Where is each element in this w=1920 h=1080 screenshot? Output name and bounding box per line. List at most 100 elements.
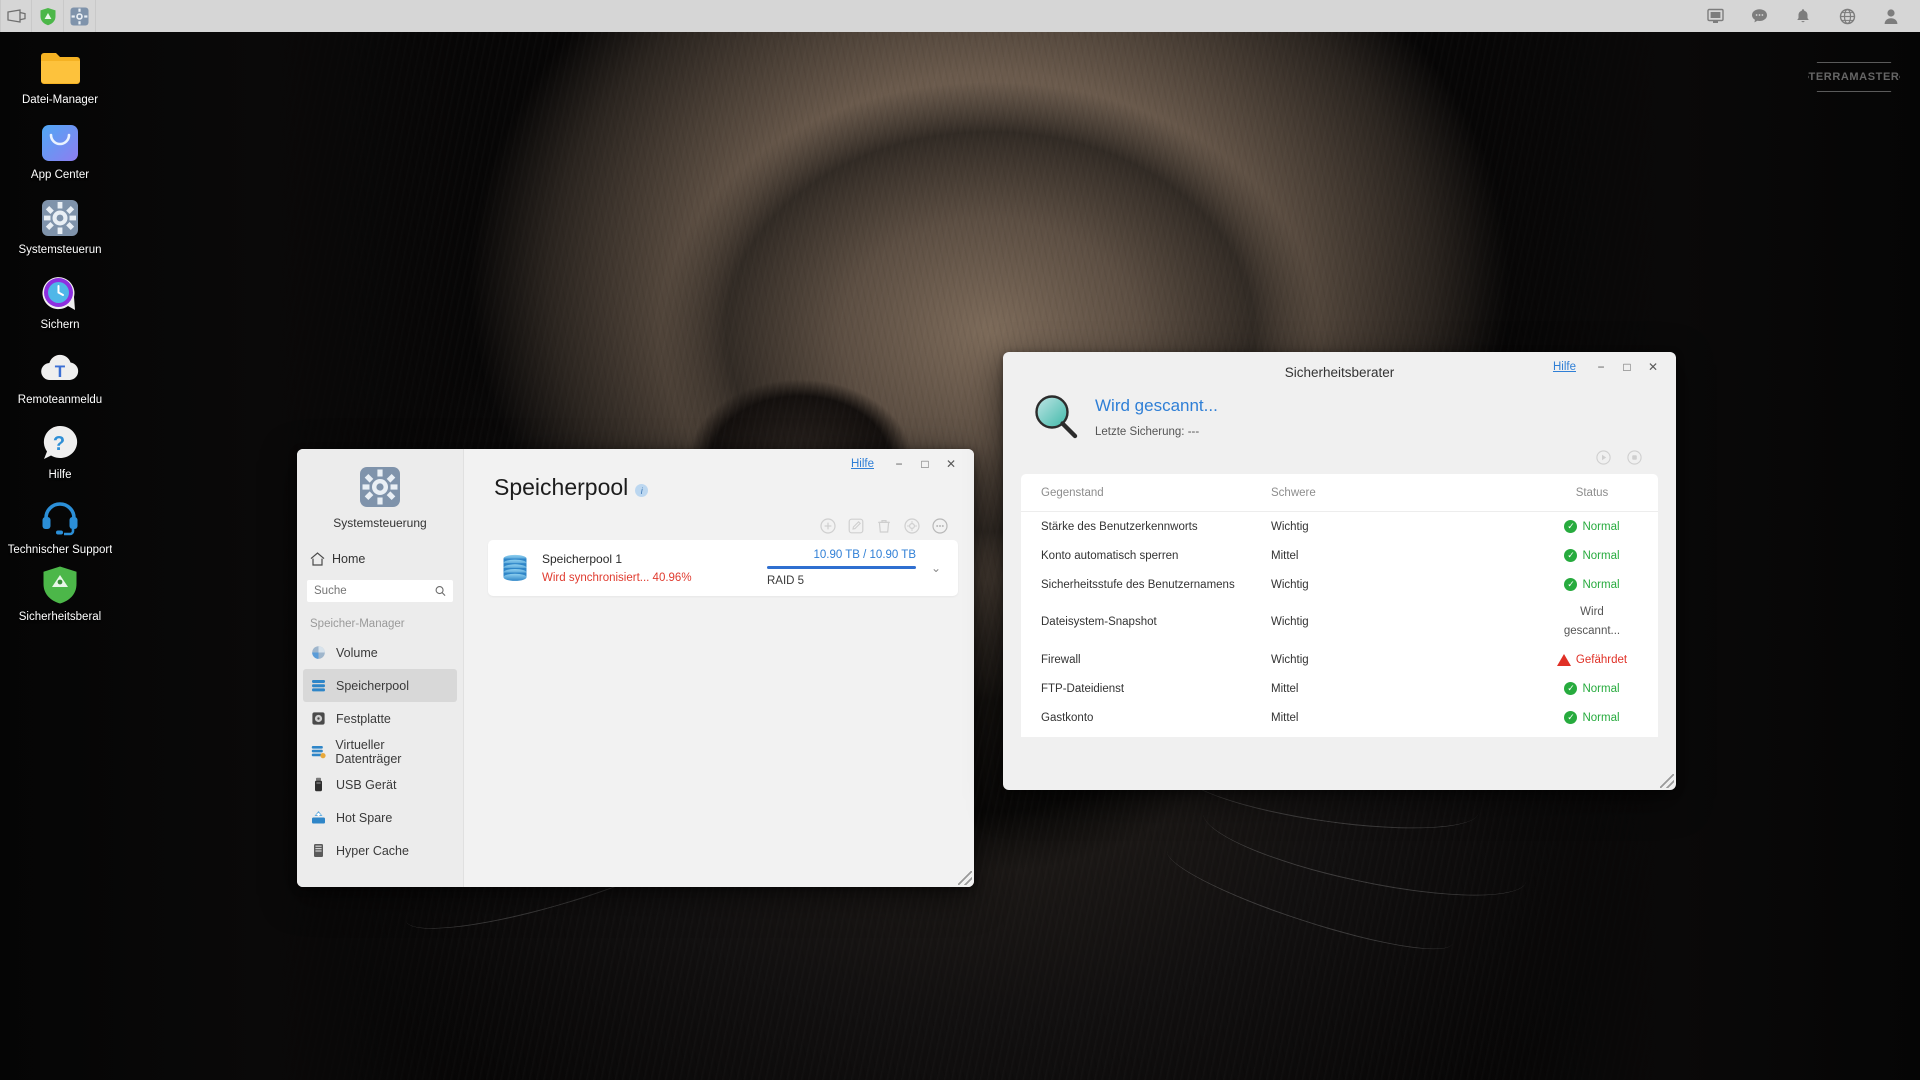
close-button[interactable]: ✕ xyxy=(1640,357,1666,377)
pool-capacity-bar-fill xyxy=(767,566,916,569)
edit-pool-button[interactable] xyxy=(847,517,864,534)
pool-sync-status: Wird synchronisiert... 40.96% xyxy=(542,572,767,584)
close-button[interactable]: ✕ xyxy=(938,454,964,474)
user-icon[interactable] xyxy=(1882,7,1900,25)
cell-severity: Wichtig xyxy=(1271,521,1526,533)
pool-name: Speicherpool 1 xyxy=(542,552,767,566)
chevron-down-icon[interactable]: ⌄ xyxy=(928,561,944,575)
desktop-icon-tech-support[interactable]: Technischer Support xyxy=(0,496,120,557)
play-circle-icon xyxy=(1596,450,1611,465)
headset-icon xyxy=(38,496,82,540)
monitor-icon[interactable] xyxy=(1706,7,1724,25)
bell-icon[interactable] xyxy=(1794,7,1812,25)
desktop-icon-backup[interactable]: Sichern xyxy=(0,271,120,332)
start-scan-button[interactable] xyxy=(1596,450,1611,465)
security-window-resize-grip[interactable] xyxy=(1660,774,1674,788)
sidebar-item-virtual-disk[interactable]: Virtueller Datenträger xyxy=(297,735,463,768)
check-circle-icon: ✓ xyxy=(1564,711,1577,724)
table-row[interactable]: Stärke des BenutzerkennwortsWichtig✓Norm… xyxy=(1021,512,1658,541)
sidebar-item-usb-device[interactable]: USB Gerät xyxy=(297,768,463,801)
table-row[interactable]: HTTP/HTTPS-PortMittelWird gescannt... xyxy=(1021,732,1658,737)
pool-capacity-bar xyxy=(767,566,916,569)
desktop-icon-label: App Center xyxy=(31,169,89,182)
cell-status: ✓Normal xyxy=(1526,549,1658,562)
storage-pool-row[interactable]: Speicherpool 1 Wird synchronisiert... 40… xyxy=(488,540,958,596)
desktop-icon-control-panel[interactable]: Systemsteuerun xyxy=(0,196,120,257)
table-row[interactable]: Dateisystem-SnapshotWichtigWird gescannt… xyxy=(1021,599,1658,645)
taskbar[interactable] xyxy=(0,0,1920,32)
delete-pool-button[interactable] xyxy=(875,517,892,534)
check-circle-icon: ✓ xyxy=(1564,520,1577,533)
magnifier-icon xyxy=(1033,394,1079,440)
cell-severity: Wichtig xyxy=(1271,654,1526,666)
table-row[interactable]: FTP-DateidienstMittel✓Normal xyxy=(1021,674,1658,703)
scan-settings-button[interactable] xyxy=(1627,450,1642,465)
desktop-icon-app-center[interactable]: App Center xyxy=(0,121,120,182)
more-actions-button[interactable] xyxy=(931,517,948,534)
maximize-button[interactable]: □ xyxy=(1614,357,1640,377)
cell-item: Sicherheitsstufe des Benutzernamens xyxy=(1021,579,1271,591)
maximize-button[interactable]: □ xyxy=(912,454,938,474)
clock-icon xyxy=(38,271,82,315)
trash-icon xyxy=(876,518,892,534)
status-badge: Gefährdet xyxy=(1557,654,1627,666)
sidebar-item-disk[interactable]: Festplatte xyxy=(297,702,463,735)
desktop-icon-security-advisor[interactable]: Sicherheitsberal xyxy=(0,563,120,624)
security-advisor-window[interactable]: Hilfe − □ ✕ Sicherheitsberater Wird gesc… xyxy=(1003,352,1676,790)
help-link[interactable]: Hilfe xyxy=(851,458,874,470)
table-row[interactable]: Sicherheitsstufe des BenutzernamensWicht… xyxy=(1021,570,1658,599)
storage-window-resize-grip[interactable] xyxy=(958,871,972,885)
pool-text-block: Speicherpool 1 Wird synchronisiert... 40… xyxy=(542,552,767,584)
record-circle-icon xyxy=(1627,450,1642,465)
cell-item: Gastkonto xyxy=(1021,712,1271,724)
cell-severity: Mittel xyxy=(1271,550,1526,562)
storage-pool-window[interactable]: Hilfe − □ ✕ Syst xyxy=(297,449,974,887)
sidebar-item-hyper-cache[interactable]: Hyper Cache xyxy=(297,834,463,867)
table-row[interactable]: FirewallWichtig Gefährdet xyxy=(1021,645,1658,674)
table-row[interactable]: GastkontoMittel✓Normal xyxy=(1021,703,1658,732)
status-badge: ✓Normal xyxy=(1564,549,1619,562)
page-title: Speicherpool xyxy=(494,474,628,501)
sidebar-item-storage-pool[interactable]: Speicherpool xyxy=(303,669,457,702)
table-body: Stärke des BenutzerkennwortsWichtig✓Norm… xyxy=(1021,512,1658,737)
cell-item: Firewall xyxy=(1021,654,1271,666)
search-box[interactable] xyxy=(307,580,453,602)
search-icon xyxy=(435,585,446,597)
desktop-icon-help[interactable]: ? Hilfe xyxy=(0,421,120,482)
check-circle-icon: ✓ xyxy=(1564,682,1577,695)
table-row[interactable]: Konto automatisch sperrenMittel✓Normal xyxy=(1021,541,1658,570)
cell-status: Wird gescannt... xyxy=(1526,603,1658,641)
search-input[interactable] xyxy=(314,585,435,597)
pool-settings-button[interactable] xyxy=(903,517,920,534)
add-pool-button[interactable] xyxy=(819,517,836,534)
security-results-table: Gegenstand Schwere Status Stärke des Ben… xyxy=(1021,474,1658,737)
pool-capacity-block: 10.90 TB / 10.90 TB RAID 5 xyxy=(767,549,928,587)
pool-raid-level: RAID 5 xyxy=(767,575,916,587)
minimize-button[interactable]: − xyxy=(1588,357,1614,377)
taskbar-window-switcher-button[interactable] xyxy=(0,0,32,32)
cell-item: FTP-Dateidienst xyxy=(1021,683,1271,695)
folder-icon xyxy=(38,46,82,90)
home-icon xyxy=(310,552,325,566)
cell-status: ✓Normal xyxy=(1526,682,1658,695)
sidebar-home-label: Home xyxy=(332,552,365,566)
cell-status: Gefährdet xyxy=(1526,654,1658,666)
desktop-icon-remote-login[interactable]: T Remoteanmeldu xyxy=(0,346,120,407)
taskbar-security-advisor-button[interactable] xyxy=(32,0,64,32)
globe-icon[interactable] xyxy=(1838,7,1856,25)
status-label: Normal xyxy=(1582,521,1619,533)
question-icon: ? xyxy=(38,421,82,465)
chat-icon[interactable] xyxy=(1750,7,1768,25)
status-badge: ✓Normal xyxy=(1564,711,1619,724)
sidebar-item-volume[interactable]: Volume xyxy=(297,636,463,669)
help-link[interactable]: Hilfe xyxy=(1553,361,1576,373)
taskbar-control-panel-button[interactable] xyxy=(64,0,96,32)
desktop-icon-file-manager[interactable]: Datei-Manager xyxy=(0,46,120,107)
hyper-cache-icon xyxy=(310,842,327,859)
sidebar-item-home[interactable]: Home xyxy=(297,544,463,574)
sidebar-item-label: Virtueller Datenträger xyxy=(335,738,450,766)
sidebar-item-hot-spare[interactable]: Hot Spare xyxy=(297,801,463,834)
info-icon[interactable]: i xyxy=(635,484,648,497)
last-backup-label: Letzte Sicherung: --- xyxy=(1095,426,1218,438)
minimize-button[interactable]: − xyxy=(886,454,912,474)
